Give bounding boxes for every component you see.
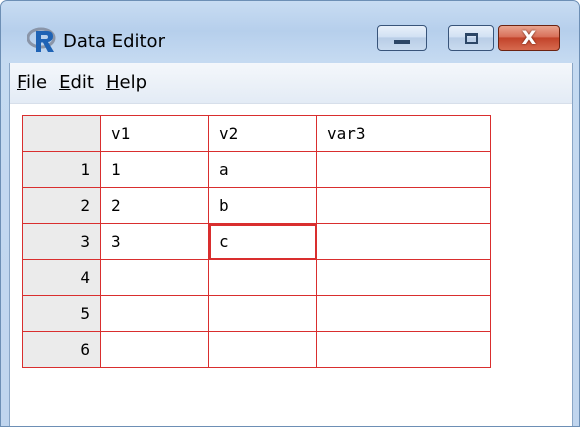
menu-help[interactable]: Help xyxy=(100,63,153,103)
row-header[interactable]: 1 xyxy=(22,151,101,188)
menu-edit[interactable]: Edit xyxy=(53,63,100,103)
data-grid: v1 v2 var3 1 1 a 2 2 b 3 3 c 4 5 6 xyxy=(22,115,491,368)
data-cell[interactable]: 3 xyxy=(100,223,209,260)
client-area: File Edit Help v1 v2 var3 1 1 a 2 2 b 3 … xyxy=(9,63,573,426)
selected-cell[interactable]: c xyxy=(208,223,317,260)
data-cell[interactable] xyxy=(316,187,491,224)
table-row: 1 1 a xyxy=(22,151,491,188)
data-cell[interactable] xyxy=(316,295,491,332)
close-button[interactable]: X xyxy=(498,25,560,51)
data-cell[interactable] xyxy=(100,331,209,368)
menu-bar: File Edit Help xyxy=(10,63,572,104)
data-cell[interactable]: b xyxy=(208,187,317,224)
close-icon: X xyxy=(521,27,537,49)
data-cell[interactable]: 2 xyxy=(100,187,209,224)
row-header[interactable]: 2 xyxy=(22,187,101,224)
table-row: 5 xyxy=(22,295,491,332)
data-cell[interactable] xyxy=(208,331,317,368)
table-row: 6 xyxy=(22,331,491,368)
table-row: 3 3 c xyxy=(22,223,491,260)
column-header-v1[interactable]: v1 xyxy=(100,115,209,152)
row-header[interactable]: 4 xyxy=(22,259,101,296)
header-row: v1 v2 var3 xyxy=(22,115,491,152)
data-cell[interactable]: a xyxy=(208,151,317,188)
data-cell[interactable] xyxy=(100,259,209,296)
data-cell[interactable]: 1 xyxy=(100,151,209,188)
row-header[interactable]: 5 xyxy=(22,295,101,332)
minimize-button[interactable] xyxy=(377,25,427,51)
table-row: 2 2 b xyxy=(22,187,491,224)
data-cell[interactable] xyxy=(100,295,209,332)
data-cell[interactable] xyxy=(208,259,317,296)
r-logo-icon xyxy=(27,27,56,52)
column-header-v2[interactable]: v2 xyxy=(208,115,317,152)
data-cell[interactable] xyxy=(208,295,317,332)
menu-file[interactable]: File xyxy=(11,63,53,103)
minimize-icon xyxy=(394,40,410,44)
data-cell[interactable] xyxy=(316,223,491,260)
data-cell[interactable] xyxy=(316,331,491,368)
maximize-button[interactable] xyxy=(448,25,494,51)
window-title: Data Editor xyxy=(63,31,165,52)
column-header-var3[interactable]: var3 xyxy=(316,115,491,152)
title-bar[interactable]: Data Editor X xyxy=(1,1,579,63)
row-header[interactable]: 6 xyxy=(22,331,101,368)
data-cell[interactable] xyxy=(316,151,491,188)
row-header[interactable]: 3 xyxy=(22,223,101,260)
maximize-icon xyxy=(464,32,478,44)
data-cell[interactable] xyxy=(316,259,491,296)
table-row: 4 xyxy=(22,259,491,296)
corner-cell[interactable] xyxy=(22,115,101,152)
data-editor-window: Data Editor X File Edit Help v1 v2 var3 … xyxy=(0,0,580,427)
